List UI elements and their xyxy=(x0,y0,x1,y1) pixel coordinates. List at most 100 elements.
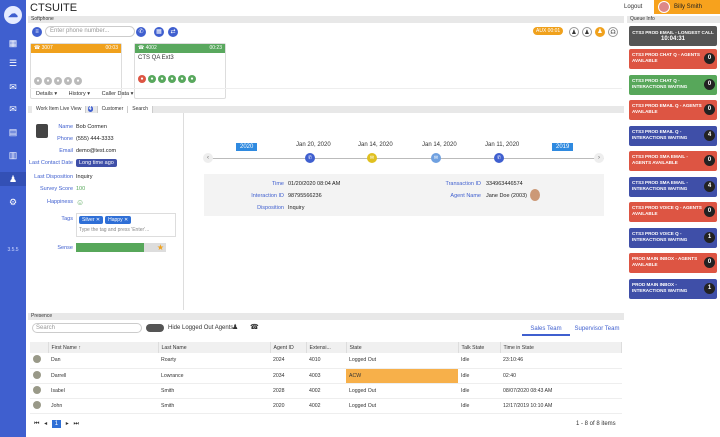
queue-header: Queue Info xyxy=(627,16,720,23)
conference-icon[interactable]: ● xyxy=(54,77,62,85)
tab-badge: 4 xyxy=(87,106,93,112)
softphone-tabs: Details ▾ History ▾ Caller Data ▾ xyxy=(30,88,622,97)
page-1[interactable]: 1 xyxy=(51,420,62,428)
col-time-in-state[interactable]: Time in State xyxy=(500,342,622,353)
queue-card[interactable]: CTS3 PROD VOICE Q - AGENTS AVAILABLE 0 xyxy=(629,202,717,222)
chart-icon[interactable]: ▥ xyxy=(6,148,20,162)
queue-card[interactable]: CTS3 PROD CHAT Q - AGENTS AVAILABLE 0 xyxy=(629,49,717,69)
call-card-header: ☎ 3007 00:03 xyxy=(31,44,121,53)
next-page-icon[interactable]: ▸ xyxy=(66,421,69,427)
presence-search-input[interactable]: Search xyxy=(32,323,142,333)
first-page-icon[interactable]: ⏮ xyxy=(34,421,39,427)
hangup-icon[interactable]: ● xyxy=(138,75,146,83)
chat-event-icon[interactable]: ✉ xyxy=(367,153,377,163)
table-row[interactable]: Dan Roarty 2024 4010 Logged Out Idle 23:10:46 xyxy=(30,353,622,369)
call-ext: 4002 xyxy=(145,45,157,51)
tab-customer[interactable]: Customer xyxy=(97,106,129,113)
tab-history[interactable]: History xyxy=(69,91,86,97)
calendar-icon[interactable]: ▤ xyxy=(6,125,20,139)
email-event-icon[interactable]: ✉ xyxy=(431,153,441,163)
hold-icon[interactable]: ● xyxy=(148,75,156,83)
tags-input[interactable]: Silver ✕ Happy ✕ Type the tag and press '… xyxy=(76,213,176,237)
aux-status-badge[interactable]: AUX 00:01 xyxy=(533,27,564,35)
record-icon[interactable]: ● xyxy=(178,75,186,83)
keypad-icon[interactable]: ● xyxy=(188,75,196,83)
phone-event-icon[interactable]: ✆ xyxy=(305,153,315,163)
timeline-end-year: 2019 xyxy=(552,143,574,151)
tab-supervisor-team[interactable]: Supervisor Team xyxy=(570,326,624,332)
conference-icon[interactable]: ● xyxy=(168,75,176,83)
record-icon[interactable]: ● xyxy=(64,77,72,85)
queue-title: CTS3 PROD VOICE Q - INTERACTIONS WAITING xyxy=(632,230,688,242)
transfer-icon[interactable]: ⇄ xyxy=(168,27,178,37)
user-badge[interactable]: Billy Smith xyxy=(654,0,720,14)
col-state[interactable]: State xyxy=(346,342,459,353)
tab-details[interactable]: Details xyxy=(36,91,53,97)
call-buttons: ● ● ● ● ● ● xyxy=(138,75,225,83)
tab-caller-data[interactable]: Caller Data xyxy=(102,91,130,97)
timeline-next-icon[interactable]: › xyxy=(594,153,604,163)
table-header-row: First Name ↑ Last Name Agent ID Extensi.… xyxy=(30,342,622,353)
hold-icon[interactable]: ● xyxy=(44,77,52,85)
table-row[interactable]: Isabel Smith 2028 4002 Logged Out Idle 08/07/2… xyxy=(30,383,622,399)
settings-icon[interactable]: ⚙ xyxy=(6,195,20,209)
tag-silver[interactable]: Silver ✕ xyxy=(79,216,104,224)
status-icon[interactable]: ♟ xyxy=(595,27,605,37)
mute-icon[interactable]: ● xyxy=(34,77,42,85)
dial-button[interactable]: ✆ xyxy=(136,27,146,37)
phone-icon[interactable]: ☎ xyxy=(250,323,259,331)
table-row[interactable]: Darrell Lowrance 2034 4003 ACW Idle 02:40 xyxy=(30,368,622,384)
queue-card[interactable]: CTS3 PROD EMAIL Q - INTERACTIONS WAITING… xyxy=(629,125,717,146)
users-icon[interactable]: ♟ xyxy=(0,172,26,186)
col-last-name[interactable]: Last Name xyxy=(158,342,271,353)
hide-logged-out-toggle[interactable] xyxy=(146,324,164,332)
col-talk-state[interactable]: Talk State xyxy=(458,342,501,353)
queue-card[interactable]: CTS3 PROD CHAT Q - INTERACTIONS WAITING 0 xyxy=(629,74,717,95)
table-cell: 4003 xyxy=(306,368,346,384)
prev-page-icon[interactable]: ◂ xyxy=(44,421,47,427)
dashboard-icon[interactable]: ▦ xyxy=(6,36,20,50)
queue-card[interactable]: PROD MAIN INBOX - AGENTS AVAILABLE 0 xyxy=(629,253,717,273)
last-page-icon[interactable]: ⏭ xyxy=(73,421,78,427)
queue-card[interactable]: CTS3 PROD EMAIL Q - AGENTS AVAILABLE 0 xyxy=(629,100,717,120)
table-cell: Smith xyxy=(158,383,270,399)
tag-happy[interactable]: Happy ✕ xyxy=(105,216,132,224)
timeline-date-2: Jan 14, 2020 xyxy=(358,142,393,148)
app-logo: ☁ xyxy=(4,6,22,24)
row-avatar xyxy=(30,398,48,414)
logout-link[interactable]: Logout xyxy=(624,4,642,10)
keypad-icon[interactable]: ▦ xyxy=(154,27,164,37)
menu-icon[interactable]: ≡ xyxy=(32,27,42,37)
col-extension[interactable]: Extensi... xyxy=(306,342,347,353)
call-card-header: ☎ 4002 00:23 xyxy=(135,44,225,53)
tab-search[interactable]: Search xyxy=(128,106,154,113)
tab-sales-team[interactable]: Sales Team xyxy=(522,326,570,336)
user-icon[interactable]: ♟ xyxy=(232,323,238,331)
queue-card[interactable]: CTS3 PROD SMA EMAIL - INTERACTIONS WAITI… xyxy=(629,176,717,197)
user-add-icon[interactable]: ♟ xyxy=(569,27,579,37)
users-icon-2[interactable]: ♟ xyxy=(582,27,592,37)
tab-live-view[interactable]: Work Item Live View 4 xyxy=(28,106,98,113)
queue-card[interactable]: CTS3 PROD VOICE Q - INTERACTIONS WAITING… xyxy=(629,227,717,248)
table-row[interactable]: John Smith 2020 4002 Logged Out Idle 12/17/201… xyxy=(30,398,622,414)
dial-input[interactable]: Enter phone number... xyxy=(45,26,135,37)
transfer-icon[interactable]: ● xyxy=(158,75,166,83)
email-value[interactable]: demo@test.com xyxy=(76,148,116,154)
survey-value: 100 xyxy=(76,186,86,192)
end-icon[interactable]: ● xyxy=(74,77,82,85)
col-first-name[interactable]: First Name ↑ xyxy=(48,342,159,353)
chat-icon[interactable]: ✉ xyxy=(6,80,20,94)
col-agent-id[interactable]: Agent ID xyxy=(270,342,307,353)
mail-icon[interactable]: ✉ xyxy=(6,102,20,116)
table-cell: Logged Out xyxy=(346,383,458,399)
agent-name-value: Jane Doe (2003) xyxy=(486,193,527,199)
queue-card[interactable]: PROD MAIN INBOX - INTERACTIONS WAITING 1 xyxy=(629,278,717,299)
timeline-prev-icon[interactable]: ‹ xyxy=(203,153,213,163)
queue-card[interactable]: CTS3 PROD SMA EMAIL - AGENTS AVAILABLE 0 xyxy=(629,151,717,171)
phone-value[interactable]: (555) 444-3333 xyxy=(76,136,114,142)
softphone-toolbar: ≡ Enter phone number... ✆ ▦ ⇄ AUX 00:01 … xyxy=(32,26,622,38)
last-disposition-label: Last Disposition xyxy=(34,174,73,180)
phone-event-icon-2[interactable]: ✆ xyxy=(494,153,504,163)
headset-icon[interactable]: ☊ xyxy=(608,27,618,37)
list-icon[interactable]: ☰ xyxy=(6,56,20,70)
